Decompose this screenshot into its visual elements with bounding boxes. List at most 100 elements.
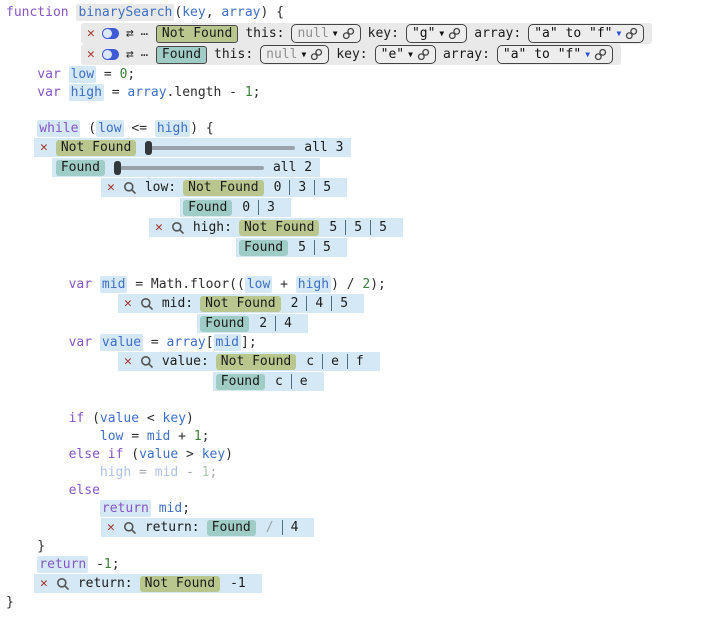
code-token: ( (80, 121, 96, 136)
code-token: } (37, 539, 45, 554)
key-dropdown[interactable]: "e"▼ (375, 45, 436, 64)
search-icon[interactable] (123, 521, 137, 535)
value-list: 03 (234, 200, 283, 215)
array-dropdown[interactable]: "a" to "f"▼ (497, 45, 613, 64)
slider-prefix: ✕ (34, 138, 52, 157)
code-token[interactable]: high (69, 84, 104, 101)
code-token: mid (155, 465, 178, 480)
loop-iteration-widget: ✕ Not Foundall 3Foundall 2 (34, 138, 712, 178)
slider-track[interactable] (114, 166, 264, 170)
code-token[interactable]: high (296, 276, 331, 293)
probe-rows: Not Found035Found03 (180, 178, 347, 218)
blank-line (6, 258, 712, 276)
code-token: < (139, 411, 162, 426)
run-result-badge: Found (56, 160, 105, 176)
search-icon[interactable] (123, 181, 137, 195)
value-cell: 2 (251, 316, 275, 331)
slider-thumb[interactable] (145, 141, 152, 155)
code-token: ); (370, 277, 386, 292)
probe-rows: Found/4 (204, 518, 315, 538)
close-icon[interactable]: ✕ (124, 355, 132, 368)
code-token[interactable]: high (155, 120, 190, 137)
iteration-slider[interactable] (145, 141, 295, 155)
slider-track[interactable] (145, 146, 295, 150)
close-icon[interactable]: ✕ (87, 48, 95, 61)
code-line: else (6, 482, 712, 500)
code-token[interactable]: while (37, 120, 80, 137)
probe-value-row: Found24 (197, 314, 308, 333)
code-token: ) (225, 447, 233, 462)
value-cell: 0 (234, 200, 258, 215)
search-icon[interactable] (171, 221, 185, 235)
close-icon[interactable]: ✕ (87, 27, 95, 40)
code-token: ( (131, 447, 139, 462)
code-token: ; (112, 557, 120, 572)
value-list: ce (267, 374, 316, 389)
code-line: var high = array.length - 1; (6, 84, 712, 102)
code-token: value (139, 447, 178, 462)
value-cell: 0 (266, 180, 290, 195)
close-icon[interactable]: ✕ (40, 141, 48, 154)
value-cell: 5 (331, 296, 356, 311)
dropdown-value: null (266, 47, 297, 62)
run-result-badge[interactable]: Not Found (156, 25, 238, 43)
this-dropdown[interactable]: null▼ (291, 24, 360, 43)
code-token: ; (210, 465, 218, 480)
probe-label: low: (145, 180, 176, 195)
swap-arrows-icon[interactable]: ⇄ (126, 27, 134, 40)
code-line: return mid; (6, 500, 712, 518)
probe-label: return: (145, 520, 200, 535)
value-cell: 5 (314, 180, 339, 195)
run-result-badge: Found (183, 200, 232, 216)
value-cell: / (258, 520, 282, 535)
run-result-badge[interactable]: Found (156, 46, 207, 64)
iteration-slider[interactable] (114, 161, 264, 175)
this-dropdown[interactable]: null▼ (260, 45, 329, 64)
more-options-icon[interactable]: ⋯ (141, 49, 149, 61)
code-token[interactable]: value (100, 334, 143, 351)
probe-rows: Not Found555Found55 (236, 218, 403, 258)
close-icon[interactable]: ✕ (155, 221, 163, 234)
toggle-switch-icon[interactable] (102, 28, 119, 39)
key-dropdown[interactable]: "g"▼ (406, 24, 467, 43)
code-token: array (127, 85, 166, 100)
code-token: ; (127, 67, 135, 82)
toggle-switch-icon[interactable] (102, 49, 119, 60)
code-line: var value = array[mid]; (6, 334, 712, 352)
close-icon[interactable]: ✕ (107, 521, 115, 534)
code-token: mid (147, 429, 170, 444)
array-dropdown[interactable]: "a" to "f"▼ (528, 24, 644, 43)
code-token[interactable]: mid (214, 334, 241, 351)
code-token[interactable]: return (37, 556, 88, 573)
more-options-icon[interactable]: ⋯ (141, 28, 149, 40)
close-icon[interactable]: ✕ (124, 297, 132, 310)
link-icon (448, 27, 461, 40)
close-icon[interactable]: ✕ (107, 181, 115, 194)
probe-value-row: Not Found245 (197, 294, 364, 313)
slider-rows: Not Foundall 3Foundall 2 (52, 138, 352, 178)
close-icon[interactable]: ✕ (40, 577, 48, 590)
slider-thumb[interactable] (114, 161, 121, 175)
code-token[interactable]: low (96, 120, 123, 137)
probe-label: value: (162, 354, 209, 369)
code-token[interactable]: return (100, 500, 151, 517)
dropdown-value: "e" (381, 47, 404, 62)
code-token: key (163, 411, 186, 426)
code-token[interactable]: binarySearch (76, 4, 174, 21)
code-token[interactable]: mid (100, 276, 127, 293)
search-icon[interactable] (140, 355, 154, 369)
code-token: , (206, 5, 222, 20)
search-icon[interactable] (56, 577, 70, 591)
code-token: ) { (190, 121, 213, 136)
code-token[interactable]: low (245, 276, 272, 293)
run-result-badge: Not Found (239, 220, 319, 236)
iteration-slider-row: Foundall 2 (52, 158, 320, 177)
code-token: var (37, 67, 68, 82)
search-icon[interactable] (140, 297, 154, 311)
code-token: var (69, 335, 100, 350)
code-token[interactable]: low (69, 66, 96, 83)
code-token: else if (69, 447, 132, 462)
probe-value-row: Not Foundcef (213, 352, 380, 371)
value-cell: f (347, 354, 372, 369)
swap-arrows-icon[interactable]: ⇄ (126, 48, 134, 61)
